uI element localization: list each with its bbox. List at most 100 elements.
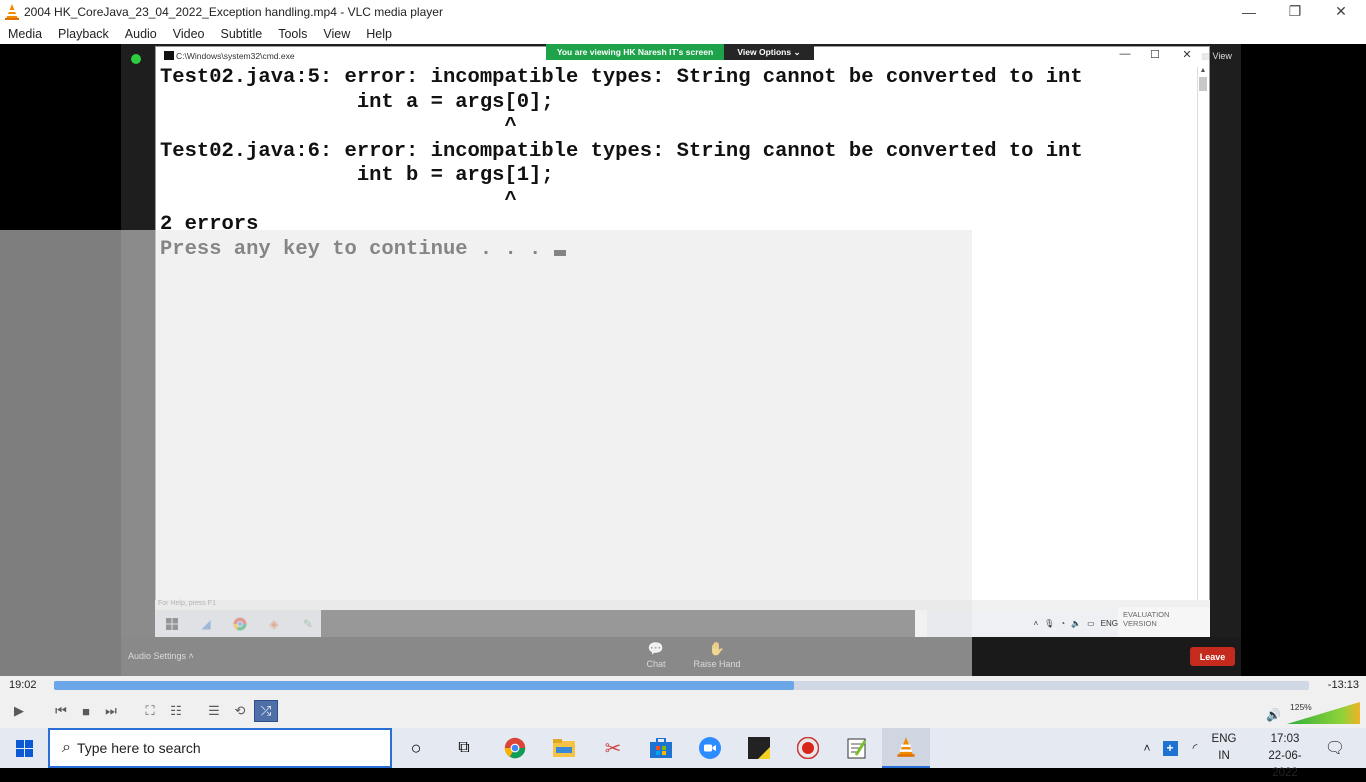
notepad-icon: ✎ <box>302 616 314 631</box>
menu-view[interactable]: View <box>315 27 358 41</box>
next-icon: ⏭ <box>105 703 117 718</box>
zoom-view-button[interactable]: ▦ View <box>1201 49 1241 63</box>
menu-video[interactable]: Video <box>165 27 213 41</box>
zoom-app-button[interactable] <box>686 728 734 768</box>
video-area[interactable]: C:\Windows\system32\cmd.exe — ☐ ✕ Test02… <box>0 44 1366 676</box>
leave-button[interactable]: Leave <box>1190 647 1235 666</box>
seek-bar[interactable] <box>54 681 1309 690</box>
network-icon: ◔ <box>1060 619 1066 628</box>
chat-label: Chat <box>646 659 666 669</box>
console-line: ^ <box>160 115 517 138</box>
zoom-toolbar: Audio Settings ˄ 💬 Chat ✋ Raise Hand Lea… <box>121 637 1241 676</box>
record-app-button[interactable] <box>784 728 832 768</box>
next-button[interactable]: ⏭ <box>99 700 123 722</box>
menu-subtitle[interactable]: Subtitle <box>213 27 271 41</box>
loop-button[interactable]: ⟲ <box>228 700 252 722</box>
taskbar-search-box[interactable]: ⌕ Type here to search <box>48 728 392 768</box>
folder-icon <box>553 739 575 757</box>
language-indicator[interactable]: ENG IN <box>1209 731 1239 765</box>
extended-settings-button[interactable]: ☷ <box>164 700 188 722</box>
cmd-scrollbar[interactable]: ▲ ▼ <box>1197 67 1207 647</box>
play-button[interactable]: ▶ <box>6 700 32 722</box>
time-remaining[interactable]: -13:13 <box>1328 679 1359 691</box>
previous-button[interactable]: ⏮ <box>49 700 73 722</box>
console-line: int b = args[1]; <box>160 164 554 187</box>
tray-app-button[interactable]: + <box>1159 728 1181 768</box>
vlc-cone-icon <box>5 3 19 20</box>
console-line: Test02.java:5: error: incompatible types… <box>160 66 1083 89</box>
task-view-icon: ⧉ <box>458 739 470 756</box>
scissors-icon: ✂ <box>604 737 622 760</box>
vlc-taskbar-button[interactable] <box>882 728 930 768</box>
show-hidden-icons-button[interactable]: ˄ <box>1136 728 1158 768</box>
console-line: ^ <box>160 188 517 212</box>
start-button[interactable] <box>0 728 48 768</box>
vlc-menu-bar: Media Playback Audio Video Subtitle Tool… <box>0 23 1366 44</box>
play-icon: ▶ <box>14 703 24 718</box>
close-button[interactable]: ✕ <box>1318 0 1364 23</box>
menu-tools[interactable]: Tools <box>270 27 315 41</box>
evaluation-version-label: EVALUATION VERSION <box>1118 607 1210 637</box>
cmd-window: C:\Windows\system32\cmd.exe — ☐ ✕ Test02… <box>155 46 1210 650</box>
chrome-icon <box>504 737 526 759</box>
notepad-plus-icon <box>847 738 867 759</box>
stop-button[interactable]: ■ <box>74 700 98 722</box>
vlc-controls: ▶ ⏮ ■ ⏭ ⛶ ☷ ☰ ⟲ ⤮ 🔊 125% <box>0 696 1366 728</box>
menu-audio[interactable]: Audio <box>117 27 165 41</box>
cortana-icon: ○ <box>410 737 422 758</box>
lang-top: ENG <box>1211 733 1237 745</box>
notepad-plus-button[interactable] <box>833 728 881 768</box>
console-line: Test02.java:6: error: incompatible types… <box>160 139 1083 163</box>
battery-icon: ▭ <box>1087 619 1095 628</box>
cortana-button[interactable]: ○ <box>392 728 440 768</box>
store-button[interactable] <box>637 728 685 768</box>
minimize-icon: — <box>1242 3 1256 20</box>
restore-button[interactable]: ❐ <box>1272 0 1318 23</box>
windows-logo-icon <box>15 739 33 757</box>
zoom-camera-icon <box>699 737 721 759</box>
remote-taskbar: ◢ ◈ ✎ <box>155 610 915 637</box>
playlist-button[interactable]: ☰ <box>202 700 226 722</box>
scroll-up-icon: ▲ <box>1199 67 1207 74</box>
console-line: 2 errors <box>160 213 259 236</box>
menu-help[interactable]: Help <box>358 27 400 41</box>
previous-icon: ⏮ <box>55 703 67 718</box>
time-elapsed: 19:02 <box>9 679 37 691</box>
scroll-thumb[interactable] <box>1199 77 1207 91</box>
fullscreen-button[interactable]: ⛶ <box>138 700 162 722</box>
menu-media[interactable]: Media <box>0 27 50 41</box>
stop-icon: ■ <box>82 703 90 719</box>
paint-icon: ◈ <box>269 616 279 631</box>
volume-slider[interactable] <box>1287 702 1360 724</box>
grid-icon: ▦ <box>1201 50 1210 61</box>
task-view-button[interactable]: ⧉ <box>440 728 488 768</box>
network-button[interactable]: ◜ <box>1184 728 1206 768</box>
menu-playback[interactable]: Playback <box>50 27 117 41</box>
file-explorer-button[interactable] <box>540 728 588 768</box>
sticky-note-icon <box>748 737 770 759</box>
snipping-tool-button[interactable]: ✂ <box>589 728 637 768</box>
shuffle-button[interactable]: ⤮ <box>254 700 278 722</box>
chat-icon: 💬 <box>647 641 665 656</box>
sticky-notes-button[interactable] <box>735 728 783 768</box>
chrome-taskbar-button[interactable] <box>491 728 539 768</box>
cmd-maximize-icon: ☐ <box>1150 49 1160 61</box>
console-cursor <box>553 249 566 256</box>
console-output: Test02.java:5: error: incompatible types… <box>160 66 1083 262</box>
raise-hand-button[interactable]: ✋ Raise Hand <box>687 641 747 669</box>
clock[interactable]: 17:03 22-06-2022 <box>1256 731 1314 782</box>
console-line: int a = args[0]; <box>160 90 554 114</box>
shuffle-icon: ⤮ <box>260 703 272 718</box>
tray-up-icon: ˄ <box>1033 619 1039 628</box>
share-banner-text: You are viewing HK Naresh IT's screen <box>556 47 714 57</box>
minimize-button[interactable]: — <box>1226 0 1272 23</box>
seek-bar-fill <box>54 681 795 690</box>
view-options-button[interactable]: View Options ⌄ <box>724 44 814 60</box>
chat-button[interactable]: 💬 Chat <box>626 641 686 669</box>
volume-speaker-icon[interactable]: 🔊 <box>1266 708 1281 722</box>
restore-icon: ❐ <box>1288 3 1302 19</box>
wifi-icon: ◜ <box>1192 741 1198 755</box>
notifications-button[interactable]: 🗨 <box>1320 728 1350 768</box>
audio-settings-button[interactable]: Audio Settings ˄ <box>128 651 194 661</box>
record-icon <box>797 737 819 759</box>
